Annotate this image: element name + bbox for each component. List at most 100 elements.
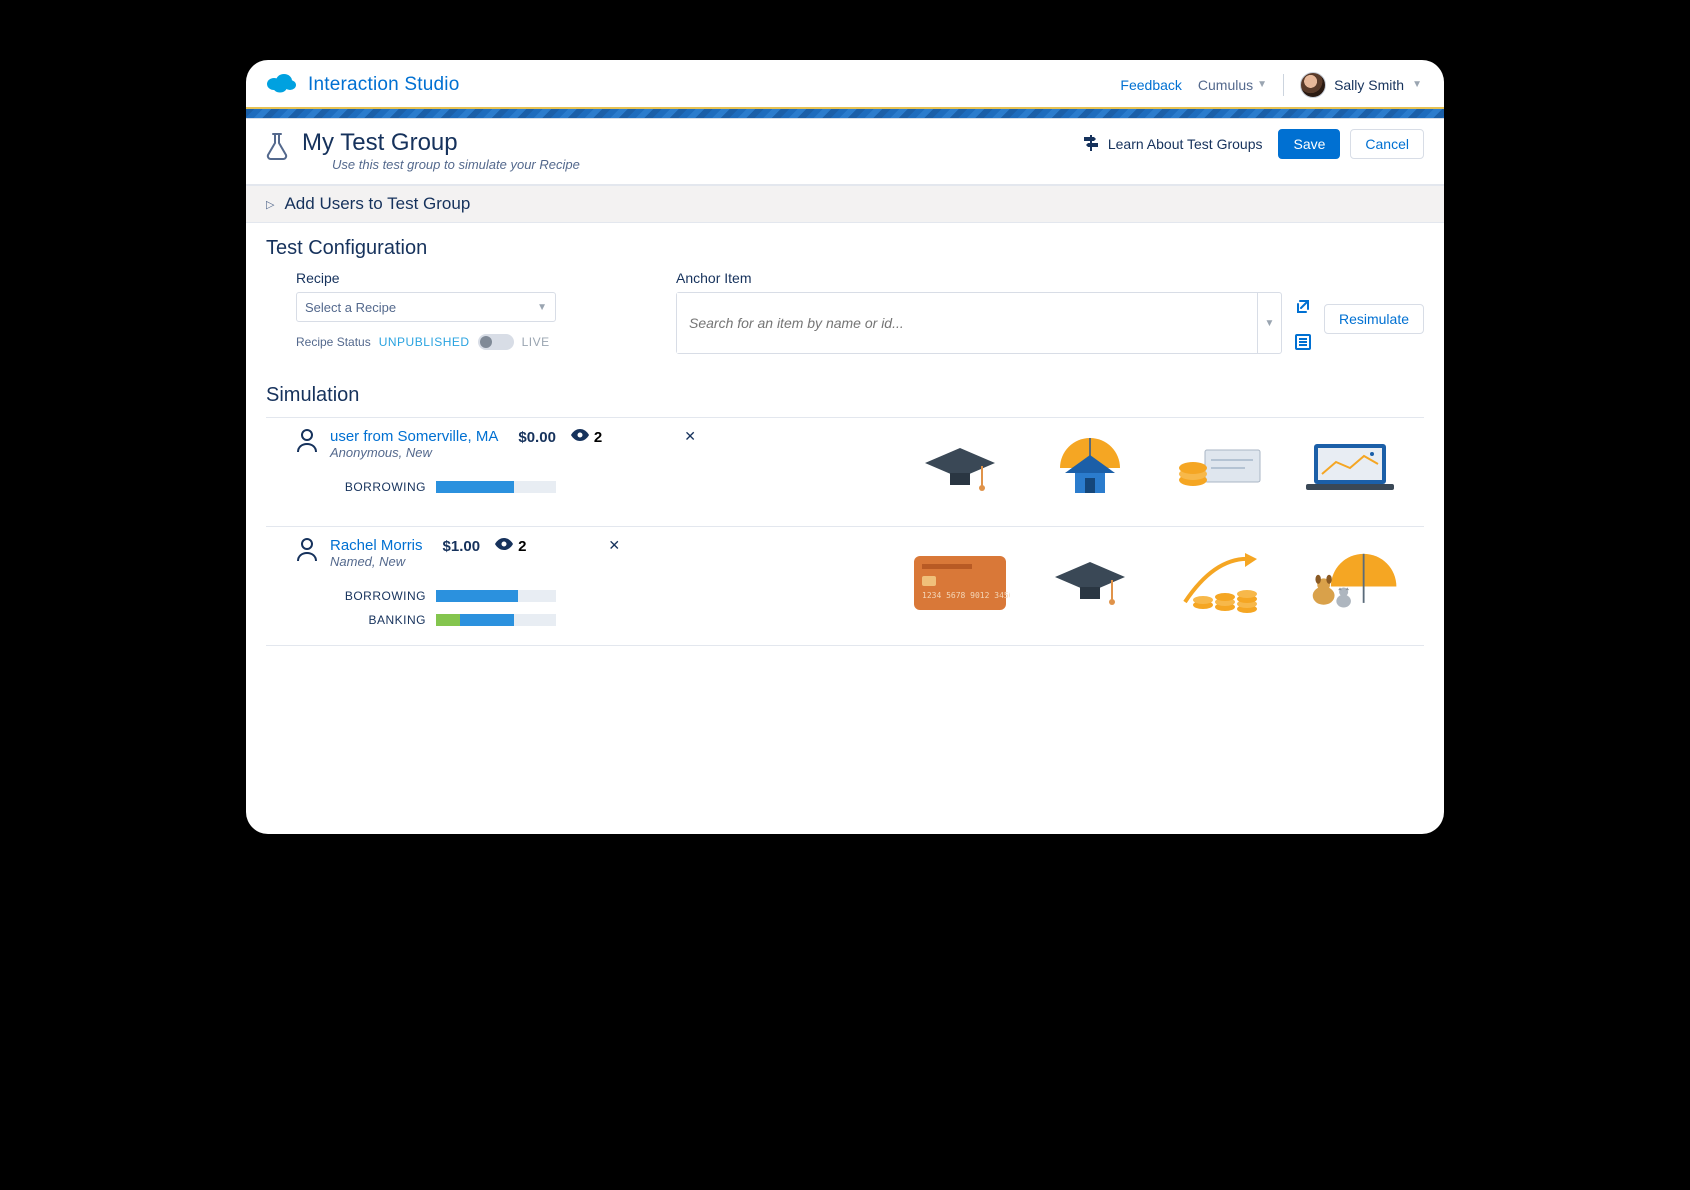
page-title-text: My Test Group: [302, 129, 580, 157]
recipe-placeholder: Select a Recipe: [305, 300, 396, 315]
resimulate-wrap: Resimulate: [1324, 292, 1424, 334]
recipe-label: Recipe: [266, 270, 646, 286]
remove-user-button[interactable]: ✕: [608, 537, 620, 554]
learn-about-link[interactable]: Learn About Test Groups: [1082, 133, 1263, 156]
user-subtitle: Anonymous, New: [330, 445, 498, 460]
simulation-row-left: Rachel Morris Named, New $1.00 2: [266, 537, 766, 627]
filler: [246, 654, 1444, 834]
view-count: 2: [494, 537, 526, 555]
recipe-status-label: Recipe Status: [296, 335, 371, 349]
test-configuration-section: Test Configuration Recipe Select a Recip…: [246, 223, 1444, 364]
add-users-label: Add Users to Test Group: [284, 194, 470, 214]
bar-row: BORROWING: [326, 589, 766, 603]
global-header: Interaction Studio Feedback Cumulus ▼ Sa…: [246, 60, 1444, 109]
user-meta: user from Somerville, MA Anonymous, New: [330, 428, 498, 460]
user-name-link[interactable]: user from Somerville, MA: [330, 428, 498, 445]
page-header: My Test Group Use this test group to sim…: [246, 119, 1444, 185]
status-unpublished: UNPUBLISHED: [379, 335, 470, 349]
flask-icon: [264, 129, 290, 172]
rec-home-umbrella: [1040, 428, 1140, 508]
recipe-column: Recipe Select a Recipe ▼ Recipe Status U…: [266, 270, 646, 350]
recommendations: [786, 428, 1410, 508]
bar-label: BORROWING: [326, 480, 426, 494]
rec-graduation-cap: [1040, 542, 1140, 622]
list-icon[interactable]: [1294, 333, 1312, 356]
divider: [1283, 74, 1284, 96]
page-title: My Test Group Use this test group to sim…: [302, 129, 580, 172]
recommendations: 1234 5678 9012 3456: [786, 537, 1410, 627]
svg-text:1234 5678 9012 3456: 1234 5678 9012 3456: [922, 591, 1010, 600]
eye-icon: [494, 537, 514, 555]
anchor-wrap: ▼ Resimulate: [676, 292, 1424, 356]
status-toggle[interactable]: [478, 334, 514, 350]
chevron-down-icon: ▼: [537, 302, 547, 313]
user-values: $1.00 2: [443, 537, 527, 555]
bar: [436, 481, 556, 493]
add-users-toggle[interactable]: ▷ Add Users to Test Group: [246, 185, 1444, 223]
simulation-row: user from Somerville, MA Anonymous, New …: [266, 418, 1424, 527]
user-meta: Rachel Morris Named, New: [330, 537, 423, 569]
bar-segment: [460, 614, 514, 626]
bar-segment: [436, 481, 514, 493]
user-amount: $1.00: [443, 538, 481, 555]
bar-row: BANKING: [326, 613, 766, 627]
global-header-right: Feedback Cumulus ▼ Sally Smith ▼: [1120, 72, 1422, 98]
salesforce-cloud-icon: [264, 70, 298, 99]
rec-pet-umbrella: [1300, 542, 1400, 622]
rec-coins-check: [1170, 428, 1270, 508]
rec-graduation-cap: [910, 428, 1010, 508]
test-configuration-title: Test Configuration: [266, 237, 1424, 260]
user-line: user from Somerville, MA Anonymous, New …: [266, 428, 766, 460]
status-live: LIVE: [522, 335, 550, 349]
anchor-dropdown-toggle[interactable]: ▼: [1257, 293, 1281, 353]
user-icon: [266, 537, 318, 568]
simulation-row-left: user from Somerville, MA Anonymous, New …: [266, 428, 766, 508]
bar-label: BORROWING: [326, 589, 426, 603]
user-subtitle: Named, New: [330, 554, 423, 569]
rec-credit-card: 1234 5678 9012 3456: [910, 542, 1010, 622]
chevron-down-icon: ▼: [1412, 79, 1422, 90]
bar-row: BORROWING: [326, 480, 766, 494]
app-frame: Interaction Studio Feedback Cumulus ▼ Sa…: [246, 60, 1444, 834]
anchor-label: Anchor Item: [676, 270, 1424, 286]
remove-user-button[interactable]: ✕: [684, 428, 696, 445]
rec-laptop-chart: [1300, 428, 1400, 508]
view-count-value: 2: [518, 538, 526, 555]
config-row: Recipe Select a Recipe ▼ Recipe Status U…: [266, 270, 1424, 356]
user-name: Sally Smith: [1334, 77, 1404, 93]
chevron-down-icon: ▼: [1257, 79, 1267, 90]
simulation-list: user from Somerville, MA Anonymous, New …: [266, 417, 1424, 646]
simulation-row: Rachel Morris Named, New $1.00 2: [266, 527, 1424, 646]
user-name-link[interactable]: Rachel Morris: [330, 537, 423, 554]
feedback-link[interactable]: Feedback: [1120, 77, 1181, 93]
affinity-bars: BORROWING BANKING: [266, 589, 766, 627]
learn-label: Learn About Test Groups: [1108, 136, 1263, 152]
chevron-right-icon: ▷: [266, 198, 274, 211]
user-line: Rachel Morris Named, New $1.00 2: [266, 537, 766, 569]
resimulate-button[interactable]: Resimulate: [1324, 304, 1424, 334]
anchor-column: Anchor Item ▼: [676, 270, 1424, 356]
recipe-select[interactable]: Select a Recipe ▼: [296, 292, 556, 322]
page-title-wrap: My Test Group Use this test group to sim…: [264, 129, 580, 172]
anchor-search-input[interactable]: [677, 293, 1257, 353]
org-name: Cumulus: [1198, 77, 1253, 93]
bar: [436, 614, 556, 626]
page-subtitle: Use this test group to simulate your Rec…: [332, 157, 580, 172]
open-external-icon[interactable]: [1294, 298, 1312, 321]
simulation-title: Simulation: [266, 384, 1424, 407]
decorative-band: [246, 109, 1444, 119]
user-menu[interactable]: Sally Smith ▼: [1300, 72, 1422, 98]
view-count-value: 2: [594, 429, 602, 446]
org-switcher[interactable]: Cumulus ▼: [1198, 77, 1267, 93]
cancel-button[interactable]: Cancel: [1350, 129, 1424, 159]
product-name: Interaction Studio: [308, 74, 459, 96]
user-values: $0.00 2: [518, 428, 602, 446]
signpost-icon: [1082, 133, 1100, 156]
brand: Interaction Studio: [264, 70, 459, 99]
anchor-icons: [1294, 292, 1312, 356]
avatar: [1300, 72, 1326, 98]
recipe-status-row: Recipe Status UNPUBLISHED LIVE: [296, 334, 646, 350]
save-button[interactable]: Save: [1278, 129, 1340, 159]
chevron-down-icon: ▼: [1265, 318, 1275, 329]
bar-label: BANKING: [326, 613, 426, 627]
